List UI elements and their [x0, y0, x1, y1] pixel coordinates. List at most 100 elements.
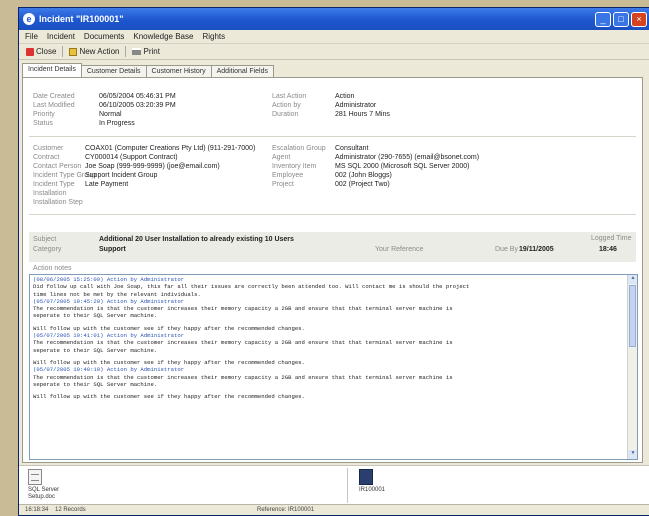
last-action-label: Last Action [272, 93, 307, 100]
toolbar-separator [125, 46, 127, 57]
tab-strip: Incident Details Customer Details Custom… [19, 63, 649, 77]
contact-person-value[interactable]: Joe Soap (999-999-9999) (joe@email.com) [85, 163, 220, 170]
agent-value[interactable]: Administrator (290-7655) (email@bsonet.c… [335, 154, 479, 161]
close-icon [26, 47, 34, 56]
menu-knowledge-base[interactable]: Knowledge Base [133, 32, 193, 41]
attachments-pane: SQL Server Setup.doc IR100001 [19, 465, 649, 505]
note-line: The recommendation is that the customer … [33, 305, 453, 313]
action-by-value: Administrator [335, 102, 377, 109]
priority-value: Normal [99, 111, 122, 118]
notes-scrollbar[interactable]: ▲ ▼ [627, 275, 637, 459]
contract-value[interactable]: CY000014 (Support Contract) [85, 154, 178, 161]
new-action-button[interactable]: New Action [66, 46, 122, 57]
print-button[interactable]: Print [129, 46, 162, 57]
project-label: Project [272, 181, 294, 188]
category-value[interactable]: Support [99, 246, 126, 253]
incident-type-label: Incident Type [33, 181, 75, 188]
note-line: The recommendation is that the customer … [33, 339, 453, 347]
incident-type-value[interactable]: Late Payment [85, 181, 128, 188]
attachment-name-line1: SQL Server [28, 487, 60, 493]
logged-time-label: Logged Time [591, 235, 632, 242]
status-value: In Progress [99, 120, 135, 127]
window-title: Incident "IR100001" [39, 14, 124, 24]
status-reference: Reference: IR100001 [257, 507, 315, 513]
agent-label: Agent [272, 154, 291, 161]
tab-additional-fields[interactable]: Additional Fields [210, 65, 274, 77]
new-action-label: New Action [79, 47, 120, 56]
minimize-button[interactable]: _ [595, 11, 611, 27]
installation-label: Installation [33, 190, 67, 197]
inventory-item-value[interactable]: MS SQL 2000 (Microsoft SQL Server 2000) [335, 163, 469, 170]
note-line: The recommendation is that the customer … [33, 373, 453, 381]
project-value[interactable]: 002 (Project Two) [335, 181, 390, 188]
tab-customer-history[interactable]: Customer History [145, 65, 212, 77]
note-line: Did follow up call with Joe Soap, this f… [33, 283, 470, 291]
due-by-date[interactable]: 19/11/2005 [519, 246, 554, 253]
title-bar[interactable]: e Incident "IR100001" _ □ × [19, 8, 649, 30]
note-line: seperate to their SQL Server machine. [33, 312, 158, 320]
action-by-label: Action by [272, 102, 301, 109]
menu-documents[interactable]: Documents [84, 32, 124, 41]
last-modified-label: Last Modified [33, 102, 75, 109]
incident-details-panel: Date Created 06/05/2004 05:46:31 PM Last… [22, 77, 643, 463]
action-notes-box[interactable]: (08/06/2005 15:25:09) Action by Administ… [29, 274, 638, 460]
subject-label: Subject [33, 236, 57, 243]
tab-incident-details[interactable]: Incident Details [22, 63, 82, 77]
incident-window: e Incident "IR100001" _ □ × File Inciden… [18, 7, 649, 516]
category-label: Category [33, 246, 62, 253]
menu-rights[interactable]: Rights [202, 32, 225, 41]
printer-icon [132, 48, 142, 55]
scroll-down-icon[interactable]: ▼ [628, 450, 637, 459]
toolbar: Close New Action Print [19, 44, 649, 60]
scroll-up-icon[interactable]: ▲ [628, 275, 637, 284]
escalation-group-label: Escalation Group [272, 145, 326, 152]
incident-type-group-value[interactable]: Support Incident Group [85, 172, 157, 179]
menu-incident[interactable]: Incident [47, 32, 75, 41]
attachment-name-line2: Setup.doc [28, 494, 56, 500]
due-by-time[interactable]: 18:46 [599, 246, 617, 253]
tab-customer-details[interactable]: Customer Details [80, 65, 147, 77]
document-icon [28, 469, 42, 485]
date-created-label: Date Created [33, 93, 75, 100]
note-header: (05/07/2005 19:41:01) Action by Administ… [33, 332, 185, 340]
new-action-icon [69, 47, 78, 56]
customer-label: Customer [33, 145, 64, 152]
installation-step-label: Installation Step [33, 199, 83, 206]
close-window-button[interactable]: × [631, 11, 647, 27]
escalation-group-value[interactable]: Consultant [335, 145, 368, 152]
date-created-value: 06/05/2004 05:46:31 PM [99, 93, 176, 100]
attachment-name-line1: IR100001 [359, 487, 386, 493]
due-by-label: Due By [495, 246, 518, 253]
customer-value[interactable]: COAX01 (Computer Creations Pty Ltd) (911… [85, 145, 255, 152]
attachment-ir100001[interactable]: IR100001 [359, 469, 385, 494]
last-modified-value: 06/10/2005 03:20:39 PM [99, 102, 176, 109]
subject-value[interactable]: Additional 20 User Installation to alrea… [99, 236, 294, 243]
divider [29, 136, 636, 137]
note-line: Will follow up with the customer see if … [33, 358, 305, 366]
status-time: 16:18:34 [25, 507, 49, 513]
maximize-button[interactable]: □ [613, 11, 629, 27]
file-icon [359, 469, 373, 485]
status-records: 12 Records [55, 507, 86, 513]
contract-label: Contract [33, 154, 60, 161]
duration-label: Duration [272, 111, 299, 118]
priority-label: Priority [33, 111, 55, 118]
note-header: (08/06/2005 15:25:09) Action by Administ… [33, 276, 185, 283]
scroll-thumb[interactable] [629, 285, 636, 347]
note-line: time lines not be met by the relevant in… [33, 290, 201, 298]
note-line: Will follow up with the customer see if … [33, 324, 305, 332]
employee-value[interactable]: 002 (John Bloggs) [335, 172, 392, 179]
note-line: seperate to their SQL Server machine. [33, 380, 158, 388]
note-header: (05/07/2005 19:40:19) Action by Administ… [33, 366, 185, 374]
close-button[interactable]: Close [23, 46, 59, 57]
close-button-label: Close [36, 47, 57, 56]
note-line: Will follow up with the customer see if … [33, 393, 305, 401]
status-label: Status [33, 120, 53, 127]
menu-file[interactable]: File [25, 32, 38, 41]
note-line: seperate to their SQL Server machine. [33, 346, 158, 354]
status-bar: 16:18:34 12 Records Reference: IR100001 [19, 504, 649, 515]
duration-value: 281 Hours 7 Mins [335, 111, 390, 118]
note-header: (05/07/2005 19:45:20) Action by Administ… [33, 297, 185, 305]
attachment-separator [347, 468, 348, 503]
attachment-sql-server-setup[interactable]: SQL Server Setup.doc [28, 469, 59, 501]
